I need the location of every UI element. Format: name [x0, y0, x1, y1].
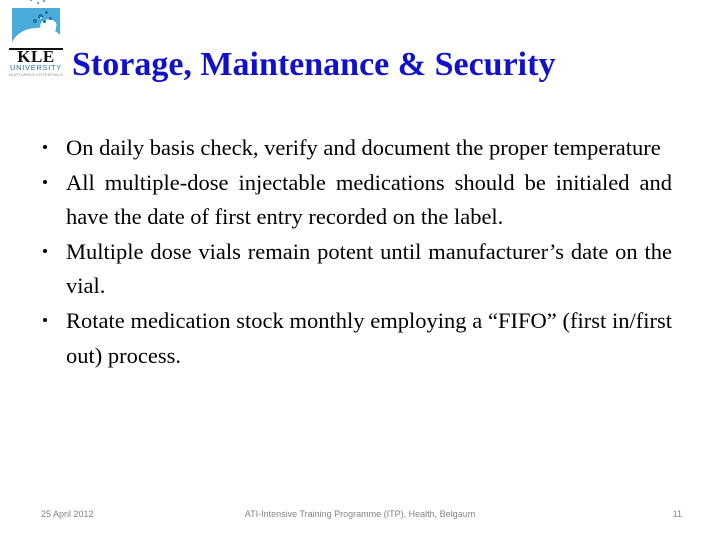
kle-university-logo: KLE UNIVERSITY NURTURING POTENTIALS [6, 0, 66, 77]
list-item: On daily basis check, verify and documen… [36, 131, 672, 166]
logo-tagline: NURTURING POTENTIALS [9, 72, 63, 77]
slide-title: Storage, Maintenance & Security [72, 45, 556, 83]
bullet-list: On daily basis check, verify and documen… [36, 131, 672, 373]
footer-page-number: 11 [672, 509, 682, 519]
sparkles-icon [12, 8, 60, 44]
list-item-text: Multiple dose vials remain potent until … [66, 238, 672, 299]
logo-mark-icon [12, 8, 60, 44]
slide-canvas: KLE UNIVERSITY NURTURING POTENTIALS Stor… [0, 0, 720, 540]
logo-rising-dots-icon [20, 0, 54, 13]
list-item-text: Rotate medication stock monthly employin… [66, 307, 672, 368]
bullet-dot-icon [43, 145, 47, 149]
slide-footer: 25 April 2012 ATI-Intensive Training Pro… [0, 508, 720, 524]
footer-event-label: ATI-Intensive Training Programme (ITP), … [244, 509, 476, 519]
bullet-dot-icon [43, 317, 47, 322]
bullet-dot-icon [43, 248, 47, 253]
list-item-text: All multiple-dose injectable medications… [66, 169, 672, 230]
list-item-text: On daily basis check, verify and documen… [66, 135, 661, 160]
list-item: Multiple dose vials remain potent until … [36, 235, 672, 304]
list-item: Rotate medication stock monthly employin… [36, 304, 672, 373]
bullet-dot-icon [43, 179, 47, 184]
list-item: All multiple-dose injectable medications… [36, 166, 672, 235]
logo-subtitle: UNIVERSITY [9, 63, 62, 72]
